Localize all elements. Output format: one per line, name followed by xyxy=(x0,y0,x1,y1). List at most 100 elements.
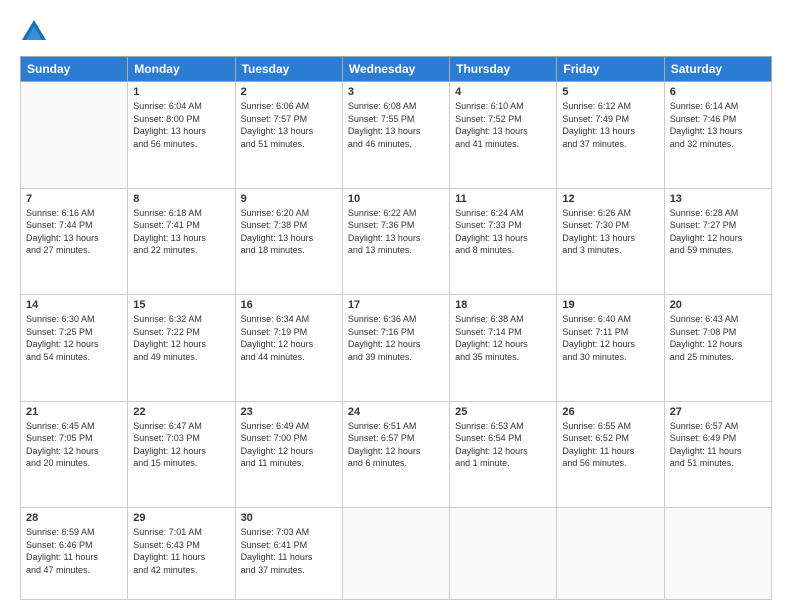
day-number: 27 xyxy=(670,406,766,418)
day-number: 3 xyxy=(348,86,444,98)
day-info: Sunrise: 6:18 AM Sunset: 7:41 PM Dayligh… xyxy=(133,207,229,257)
calendar-cell: 6 Sunrise: 6:14 AM Sunset: 7:46 PM Daylig… xyxy=(664,82,771,189)
calendar-cell xyxy=(342,508,449,600)
day-info: Sunrise: 6:51 AM Sunset: 6:57 PM Dayligh… xyxy=(348,420,444,470)
calendar-cell: 3 Sunrise: 6:08 AM Sunset: 7:55 PM Daylig… xyxy=(342,82,449,189)
day-info: Sunrise: 6:16 AM Sunset: 7:44 PM Dayligh… xyxy=(26,207,122,257)
day-info: Sunrise: 6:08 AM Sunset: 7:55 PM Dayligh… xyxy=(348,100,444,150)
day-number: 5 xyxy=(562,86,658,98)
day-info: Sunrise: 6:43 AM Sunset: 7:08 PM Dayligh… xyxy=(670,313,766,363)
calendar-cell: 13 Sunrise: 6:28 AM Sunset: 7:27 PM Dayli… xyxy=(664,188,771,295)
day-number: 24 xyxy=(348,406,444,418)
day-number: 28 xyxy=(26,512,122,524)
calendar-cell: 27 Sunrise: 6:57 AM Sunset: 6:49 PM Dayli… xyxy=(664,401,771,508)
day-number: 11 xyxy=(455,193,551,205)
logo xyxy=(20,18,52,46)
day-info: Sunrise: 6:14 AM Sunset: 7:46 PM Dayligh… xyxy=(670,100,766,150)
calendar-cell: 18 Sunrise: 6:38 AM Sunset: 7:14 PM Dayli… xyxy=(450,295,557,402)
day-number: 6 xyxy=(670,86,766,98)
calendar-cell: 11 Sunrise: 6:24 AM Sunset: 7:33 PM Dayli… xyxy=(450,188,557,295)
day-number: 15 xyxy=(133,299,229,311)
day-info: Sunrise: 6:24 AM Sunset: 7:33 PM Dayligh… xyxy=(455,207,551,257)
logo-icon xyxy=(20,18,48,46)
calendar-cell: 15 Sunrise: 6:32 AM Sunset: 7:22 PM Dayli… xyxy=(128,295,235,402)
day-number: 23 xyxy=(241,406,337,418)
day-number: 4 xyxy=(455,86,551,98)
calendar-cell: 16 Sunrise: 6:34 AM Sunset: 7:19 PM Dayli… xyxy=(235,295,342,402)
day-info: Sunrise: 6:28 AM Sunset: 7:27 PM Dayligh… xyxy=(670,207,766,257)
day-info: Sunrise: 6:53 AM Sunset: 6:54 PM Dayligh… xyxy=(455,420,551,470)
day-number: 29 xyxy=(133,512,229,524)
calendar-table: SundayMondayTuesdayWednesdayThursdayFrid… xyxy=(20,56,772,600)
day-number: 19 xyxy=(562,299,658,311)
calendar-cell: 20 Sunrise: 6:43 AM Sunset: 7:08 PM Dayli… xyxy=(664,295,771,402)
day-header-wednesday: Wednesday xyxy=(342,57,449,82)
day-number: 12 xyxy=(562,193,658,205)
calendar-cell: 30 Sunrise: 7:03 AM Sunset: 6:41 PM Dayli… xyxy=(235,508,342,600)
day-number: 10 xyxy=(348,193,444,205)
calendar-cell xyxy=(664,508,771,600)
day-info: Sunrise: 6:22 AM Sunset: 7:36 PM Dayligh… xyxy=(348,207,444,257)
day-info: Sunrise: 6:59 AM Sunset: 6:46 PM Dayligh… xyxy=(26,526,122,576)
day-info: Sunrise: 6:10 AM Sunset: 7:52 PM Dayligh… xyxy=(455,100,551,150)
day-number: 30 xyxy=(241,512,337,524)
day-info: Sunrise: 6:36 AM Sunset: 7:16 PM Dayligh… xyxy=(348,313,444,363)
calendar-cell: 7 Sunrise: 6:16 AM Sunset: 7:44 PM Daylig… xyxy=(21,188,128,295)
day-info: Sunrise: 6:38 AM Sunset: 7:14 PM Dayligh… xyxy=(455,313,551,363)
day-info: Sunrise: 6:26 AM Sunset: 7:30 PM Dayligh… xyxy=(562,207,658,257)
day-info: Sunrise: 6:40 AM Sunset: 7:11 PM Dayligh… xyxy=(562,313,658,363)
calendar-cell: 26 Sunrise: 6:55 AM Sunset: 6:52 PM Dayli… xyxy=(557,401,664,508)
day-number: 18 xyxy=(455,299,551,311)
calendar-cell: 17Sunrise: 6:36 AM Sunset: 7:16 PM Dayli… xyxy=(342,295,449,402)
calendar-cell: 1 Sunrise: 6:04 AM Sunset: 8:00 PM Daylig… xyxy=(128,82,235,189)
calendar-cell: 9Sunrise: 6:20 AM Sunset: 7:38 PM Daylig… xyxy=(235,188,342,295)
day-number: 7 xyxy=(26,193,122,205)
day-info: Sunrise: 6:32 AM Sunset: 7:22 PM Dayligh… xyxy=(133,313,229,363)
day-header-monday: Monday xyxy=(128,57,235,82)
day-number: 8 xyxy=(133,193,229,205)
day-info: Sunrise: 7:01 AM Sunset: 6:43 PM Dayligh… xyxy=(133,526,229,576)
day-number: 9 xyxy=(241,193,337,205)
day-info: Sunrise: 6:57 AM Sunset: 6:49 PM Dayligh… xyxy=(670,420,766,470)
day-header-thursday: Thursday xyxy=(450,57,557,82)
day-info: Sunrise: 6:34 AM Sunset: 7:19 PM Dayligh… xyxy=(241,313,337,363)
calendar-cell xyxy=(557,508,664,600)
calendar-cell: 29 Sunrise: 7:01 AM Sunset: 6:43 PM Dayli… xyxy=(128,508,235,600)
day-number: 13 xyxy=(670,193,766,205)
calendar-cell: 14Sunrise: 6:30 AM Sunset: 7:25 PM Dayli… xyxy=(21,295,128,402)
calendar-cell: 4 Sunrise: 6:10 AM Sunset: 7:52 PM Daylig… xyxy=(450,82,557,189)
day-header-tuesday: Tuesday xyxy=(235,57,342,82)
day-number: 20 xyxy=(670,299,766,311)
day-number: 1 xyxy=(133,86,229,98)
day-number: 25 xyxy=(455,406,551,418)
day-number: 22 xyxy=(133,406,229,418)
day-info: Sunrise: 6:49 AM Sunset: 7:00 PM Dayligh… xyxy=(241,420,337,470)
calendar-cell: 8 Sunrise: 6:18 AM Sunset: 7:41 PM Daylig… xyxy=(128,188,235,295)
calendar-cell: 28 Sunrise: 6:59 AM Sunset: 6:46 PM Dayli… xyxy=(21,508,128,600)
page: SundayMondayTuesdayWednesdayThursdayFrid… xyxy=(0,0,792,612)
day-header-friday: Friday xyxy=(557,57,664,82)
calendar-cell: 2Sunrise: 6:06 AM Sunset: 7:57 PM Daylig… xyxy=(235,82,342,189)
calendar-cell: 19 Sunrise: 6:40 AM Sunset: 7:11 PM Dayli… xyxy=(557,295,664,402)
day-info: Sunrise: 6:06 AM Sunset: 7:57 PM Dayligh… xyxy=(241,100,337,150)
calendar-cell: 24 Sunrise: 6:51 AM Sunset: 6:57 PM Dayli… xyxy=(342,401,449,508)
day-header-saturday: Saturday xyxy=(664,57,771,82)
calendar-header-row: SundayMondayTuesdayWednesdayThursdayFrid… xyxy=(21,57,772,82)
calendar-cell: 23 Sunrise: 6:49 AM Sunset: 7:00 PM Dayli… xyxy=(235,401,342,508)
day-header-sunday: Sunday xyxy=(21,57,128,82)
calendar-cell xyxy=(450,508,557,600)
day-number: 21 xyxy=(26,406,122,418)
day-info: Sunrise: 6:55 AM Sunset: 6:52 PM Dayligh… xyxy=(562,420,658,470)
day-number: 26 xyxy=(562,406,658,418)
day-info: Sunrise: 6:12 AM Sunset: 7:49 PM Dayligh… xyxy=(562,100,658,150)
header xyxy=(20,18,772,46)
calendar-cell: 21Sunrise: 6:45 AM Sunset: 7:05 PM Dayli… xyxy=(21,401,128,508)
day-number: 16 xyxy=(241,299,337,311)
calendar-cell: 12 Sunrise: 6:26 AM Sunset: 7:30 PM Dayli… xyxy=(557,188,664,295)
day-info: Sunrise: 7:03 AM Sunset: 6:41 PM Dayligh… xyxy=(241,526,337,576)
calendar-cell: 10 Sunrise: 6:22 AM Sunset: 7:36 PM Dayli… xyxy=(342,188,449,295)
day-info: Sunrise: 6:47 AM Sunset: 7:03 PM Dayligh… xyxy=(133,420,229,470)
day-info: Sunrise: 6:30 AM Sunset: 7:25 PM Dayligh… xyxy=(26,313,122,363)
calendar-cell: 25 Sunrise: 6:53 AM Sunset: 6:54 PM Dayli… xyxy=(450,401,557,508)
day-info: Sunrise: 6:04 AM Sunset: 8:00 PM Dayligh… xyxy=(133,100,229,150)
